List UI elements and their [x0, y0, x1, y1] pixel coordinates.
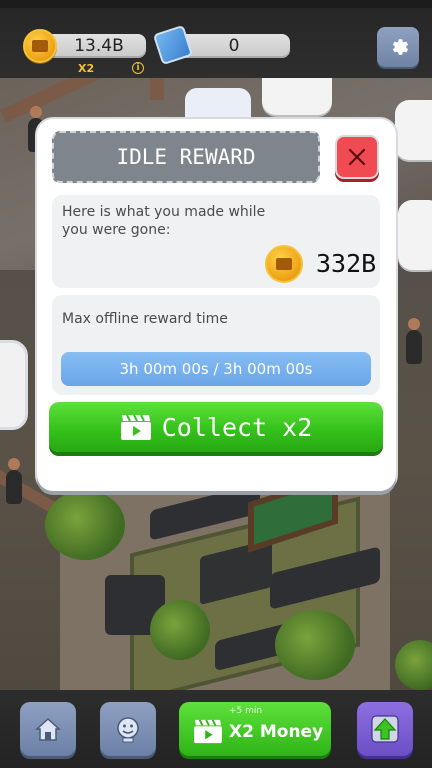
earnings-value: 332B	[316, 249, 377, 278]
plant	[395, 640, 432, 690]
plant	[275, 610, 355, 680]
offline-time-progress-text: 3h 00m 00s / 3h 00m 00s	[119, 360, 313, 378]
thought-bubble	[398, 200, 432, 270]
x2-money-duration: +5 min	[229, 706, 263, 716]
offline-time-panel: Max offline reward time 3h 00m 00s / 3h …	[52, 295, 380, 395]
home-icon	[35, 717, 61, 741]
offline-time-progress-bar: 3h 00m 00s / 3h 00m 00s	[61, 352, 371, 386]
settings-button[interactable]	[377, 27, 419, 67]
plant	[45, 490, 125, 560]
thought-bubble	[395, 100, 432, 160]
side-badge[interactable]	[0, 340, 28, 430]
earnings-description: Here is what you made while you were gon…	[62, 204, 266, 238]
video-ad-icon	[194, 719, 222, 744]
office-button[interactable]	[20, 702, 76, 756]
video-ad-icon	[120, 414, 151, 440]
collect-x2-button[interactable]: Collect x2	[49, 402, 383, 452]
coin-icon	[265, 245, 303, 283]
money-value: 13.4B	[74, 36, 124, 56]
dialog-title: IDLE REWARD	[116, 145, 256, 169]
upgrade-arrow-icon	[371, 715, 399, 743]
collect-button-label: Collect x2	[161, 412, 313, 442]
money-multiplier: X2	[78, 62, 95, 75]
earnings-panel: Here is what you made while you were gon…	[52, 195, 380, 288]
plant	[150, 600, 210, 660]
managers-button[interactable]	[100, 702, 156, 756]
manager-face-icon	[117, 717, 139, 743]
x2-money-button[interactable]: +5 min X2 Money	[179, 702, 331, 756]
close-icon	[348, 148, 366, 166]
upgrade-button[interactable]	[357, 702, 413, 756]
dialog-title-plate: IDLE REWARD	[52, 131, 320, 183]
coin-icon	[23, 29, 57, 63]
idle-reward-dialog: IDLE REWARD Here is what you made while …	[37, 119, 396, 491]
worker-character	[6, 458, 22, 504]
close-button[interactable]	[335, 135, 379, 179]
gear-icon	[392, 39, 409, 55]
x2-money-label: X2 Money	[229, 722, 324, 742]
max-offline-time-label: Max offline reward time	[62, 311, 228, 327]
worker-character	[406, 318, 422, 364]
info-icon[interactable]: i	[132, 62, 144, 74]
gems-value: 0	[228, 36, 240, 56]
